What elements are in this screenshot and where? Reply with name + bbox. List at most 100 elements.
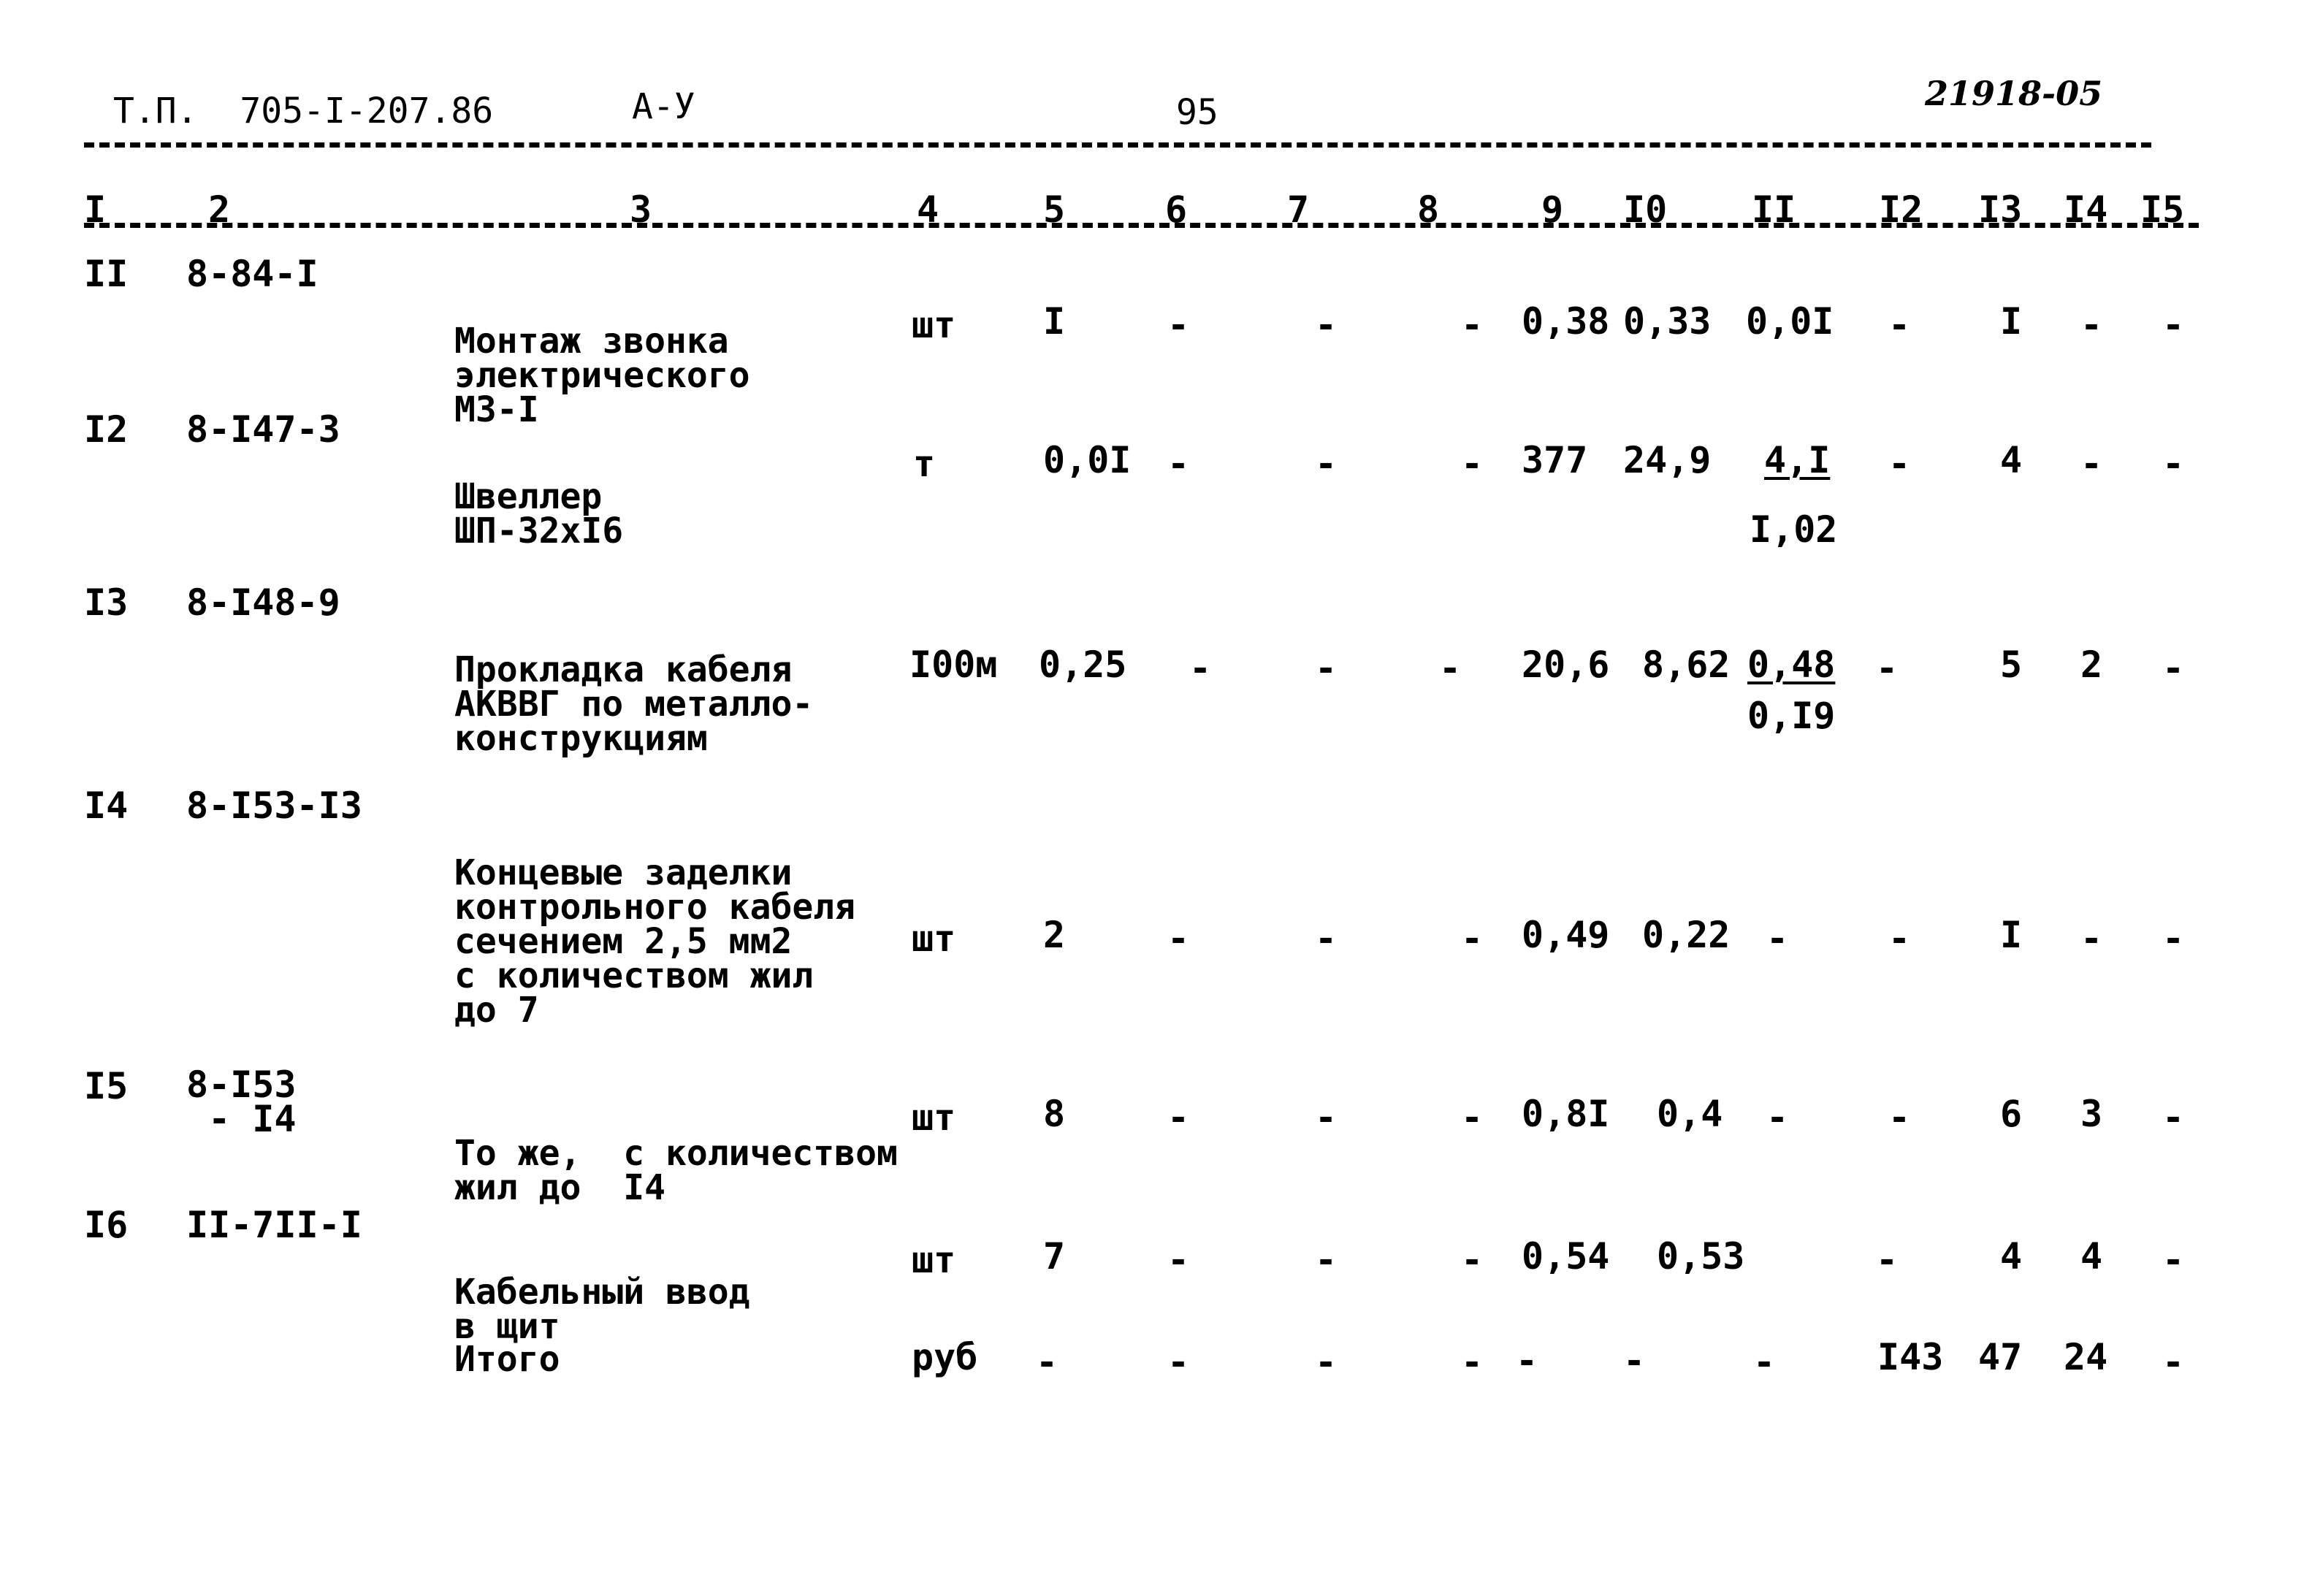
col-13: 5 [2000,644,2023,686]
col-6: - [1189,647,1212,690]
col-13: 4 [2000,1235,2023,1278]
rate-code: II-7II-I [186,1204,362,1246]
col-13: 4 [2000,439,2023,481]
col-7: - [1315,1341,1338,1383]
col-15: - [2162,1341,2185,1383]
work-description: Концевые заделки контрольного кабеля сечен… [454,852,856,1031]
row-number: I5 [84,1065,129,1107]
col-6: - [1167,304,1190,346]
col-12: - [1876,1239,1899,1281]
col-11: - [1766,917,1789,960]
col-9: 0,8I [1522,1093,1610,1135]
col-8: - [1461,917,1484,960]
col-12: - [1888,304,1911,346]
col-5: - [1036,1341,1058,1383]
col-13: 47 [1978,1336,2023,1378]
col-10: 8,62 [1642,644,1731,686]
rate-code: 8-84-I [186,253,318,295]
document-stamp: 21918-05 [1925,74,2103,113]
col-6: - [1167,1341,1190,1383]
unit: шт [912,1096,956,1139]
total-unit: руб [912,1336,978,1378]
col-8: - [1461,443,1484,485]
col-14: 24 [2064,1336,2108,1378]
col-9: 0,54 [1522,1235,1610,1278]
col-7: - [1315,1239,1338,1281]
unit: шт [912,917,956,960]
col-14: - [2080,917,2103,960]
unit: т [913,443,936,485]
col-10: 0,33 [1623,300,1712,343]
col-10: 0,22 [1642,914,1731,956]
quantity: 7 [1043,1235,1066,1278]
col-9: - [1516,1340,1538,1382]
column-header-divider [84,223,2199,228]
row-number: I6 [84,1204,129,1246]
col-15: - [2162,304,2185,346]
col-6: - [1167,1096,1190,1139]
col-6: - [1167,443,1190,485]
col-14: 3 [2080,1093,2103,1135]
col-14: - [2080,304,2103,346]
col-15: - [2162,443,2185,485]
col-10: - [1623,1340,1646,1382]
col-12: - [1888,917,1911,960]
section-code: А-У [632,86,695,127]
col-8: - [1461,1096,1484,1139]
work-description: Кабельный ввод в щит [454,1272,750,1347]
col-8: - [1461,1341,1484,1383]
col-11: 0,0I [1746,300,1834,343]
page-number: 95 [1176,92,1218,133]
rate-code: 8-I53-I3 [186,784,362,827]
col-13: I [2000,300,2023,343]
quantity: I [1043,300,1066,343]
col-10: 24,9 [1623,439,1712,481]
col-14: 4 [2080,1235,2103,1278]
col-11: - [1753,1341,1776,1383]
row-number: I4 [84,784,129,827]
col-8: - [1461,304,1484,346]
col-10: 0,53 [1657,1235,1745,1278]
col-7: - [1315,917,1338,960]
quantity: 0,25 [1039,644,1127,686]
col-7: - [1315,1096,1338,1139]
unit: шт [912,304,956,346]
rate-code: 8-I47-3 [186,408,340,451]
row-number: I2 [84,408,129,451]
unit: шт [912,1239,956,1281]
col-8: - [1461,1239,1484,1281]
rate-code: 8-I48-9 [186,581,340,624]
col-12: - [1876,647,1899,690]
quantity: 0,0I [1043,439,1132,481]
col-15: - [2162,917,2185,960]
row-number: II [84,253,129,295]
col-13: 6 [2000,1093,2023,1135]
col-12: I43 [1877,1336,1944,1378]
col-11-denominator: I,02 [1750,508,1838,551]
col-9: 377 [1522,439,1588,481]
col-6: - [1167,1239,1190,1281]
header-divider [84,142,2151,148]
col-7: - [1315,304,1338,346]
col-12: - [1888,443,1911,485]
col-14: - [2080,443,2103,485]
col-6: - [1167,917,1190,960]
col-8: - [1439,647,1462,690]
col-10: 0,4 [1657,1093,1723,1135]
col-11-numerator: 4,I [1764,439,1831,481]
col-7: - [1315,443,1338,485]
col-11-numerator: 0,48 [1747,644,1836,686]
row-number: I3 [84,581,129,624]
col-15: - [2162,1096,2185,1139]
col-9: 20,6 [1522,644,1610,686]
col-15: - [2162,1239,2185,1281]
project-code: Т.П. 705-I-207.86 [113,91,494,131]
quantity: 8 [1043,1093,1066,1135]
col-9: 0,49 [1522,914,1610,956]
quantity: 2 [1043,914,1066,956]
col-11-denominator: 0,I9 [1747,695,1836,737]
col-9: 0,38 [1522,300,1610,343]
unit: I00м [909,644,998,686]
col-12: - [1888,1096,1911,1139]
rate-code: 8-I53 - I4 [186,1064,297,1140]
